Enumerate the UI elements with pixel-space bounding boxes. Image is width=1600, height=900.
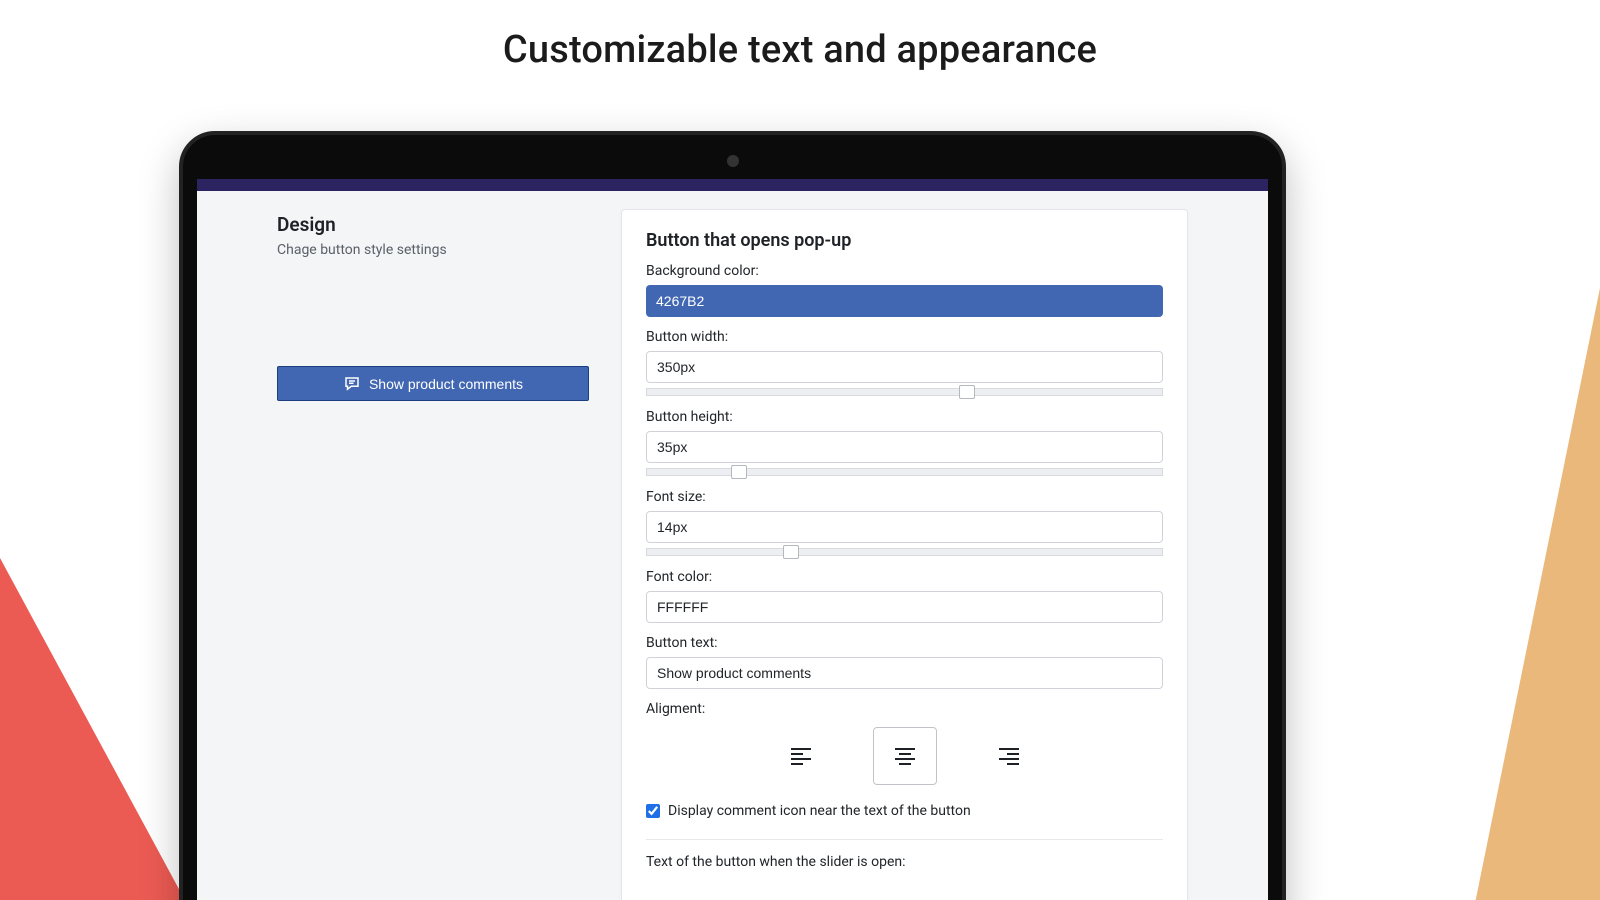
align-left-button[interactable] <box>769 727 833 785</box>
button-text-input[interactable] <box>646 657 1163 689</box>
font-color-input[interactable] <box>646 591 1163 623</box>
preview-show-comments-button[interactable]: Show product comments <box>277 366 589 401</box>
button-width-slider-thumb[interactable] <box>959 385 975 399</box>
button-text-label: Button text: <box>646 635 1163 651</box>
screen: Design Chage button style settings Show … <box>197 179 1268 900</box>
font-size-slider[interactable] <box>646 547 1163 557</box>
display-icon-checkbox[interactable] <box>646 804 660 818</box>
page-headline: Customizable text and appearance <box>0 28 1600 72</box>
app-body: Design Chage button style settings Show … <box>197 191 1268 900</box>
font-size-label: Font size: <box>646 489 1163 505</box>
align-center-icon <box>893 746 917 766</box>
button-width-input[interactable] <box>646 351 1163 383</box>
align-left-icon <box>789 746 813 766</box>
device-frame: Design Chage button style settings Show … <box>179 131 1286 900</box>
button-width-slider[interactable] <box>646 387 1163 397</box>
button-height-label: Button height: <box>646 409 1163 425</box>
align-center-button[interactable] <box>873 727 937 785</box>
font-size-slider-thumb[interactable] <box>783 545 799 559</box>
display-icon-label: Display comment icon near the text of th… <box>668 803 971 819</box>
align-right-icon <box>997 746 1021 766</box>
sidebar-title: Design <box>277 213 597 236</box>
preview-button-label: Show product comments <box>369 376 523 392</box>
font-color-label: Font color: <box>646 569 1163 585</box>
background-color-label: Background color: <box>646 263 1163 279</box>
decorative-triangle-right <box>1470 288 1600 900</box>
design-sidebar: Design Chage button style settings Show … <box>277 209 597 900</box>
alignment-label: Aligment: <box>646 701 1163 717</box>
settings-card: Button that opens pop-up Background colo… <box>621 209 1188 900</box>
sidebar-subtitle: Chage button style settings <box>277 242 597 258</box>
align-right-button[interactable] <box>977 727 1041 785</box>
browser-topbar <box>197 179 1268 191</box>
button-height-slider[interactable] <box>646 467 1163 477</box>
section-divider <box>646 839 1163 840</box>
button-height-input[interactable] <box>646 431 1163 463</box>
button-height-slider-thumb[interactable] <box>731 465 747 479</box>
panel-title: Button that opens pop-up <box>646 230 1163 251</box>
decorative-triangle-left <box>0 558 200 900</box>
font-size-input[interactable] <box>646 511 1163 543</box>
camera-dot <box>727 155 739 167</box>
button-width-label: Button width: <box>646 329 1163 345</box>
comment-icon <box>343 375 361 393</box>
background-color-input[interactable] <box>646 285 1163 317</box>
text-open-label: Text of the button when the slider is op… <box>646 854 1163 870</box>
alignment-group <box>646 727 1163 785</box>
